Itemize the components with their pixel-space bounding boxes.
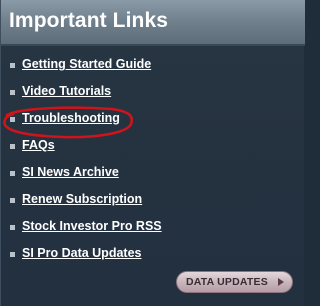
list-item-faqs: FAQs — [1, 133, 305, 160]
link-video-tutorials[interactable]: Video Tutorials — [22, 84, 111, 98]
bullet-icon — [10, 171, 15, 176]
link-stock-investor-pro-rss[interactable]: Stock Investor Pro RSS — [22, 219, 162, 233]
list-item-video-tutorials: Video Tutorials — [1, 79, 305, 106]
link-renew-subscription[interactable]: Renew Subscription — [22, 192, 142, 206]
bullet-icon — [10, 225, 15, 230]
bullet-icon — [10, 117, 15, 122]
link-troubleshooting[interactable]: Troubleshooting — [22, 111, 120, 125]
right-arrow-icon — [278, 278, 284, 286]
list-item-si-news-archive: SI News Archive — [1, 160, 305, 187]
link-getting-started-guide[interactable]: Getting Started Guide — [22, 57, 151, 71]
panel-title: Important Links — [9, 9, 169, 32]
link-faqs[interactable]: FAQs — [22, 138, 55, 152]
important-links-panel: Important Links Getting Started Guide Vi… — [0, 0, 305, 306]
panel-header: Important Links — [1, 0, 305, 46]
link-si-news-archive[interactable]: SI News Archive — [22, 165, 119, 179]
bullet-icon — [10, 198, 15, 203]
links-list: Getting Started Guide Video Tutorials Tr… — [1, 52, 305, 268]
link-si-pro-data-updates[interactable]: SI Pro Data Updates — [22, 246, 141, 260]
data-updates-button-label: DATA UPDATES — [186, 276, 268, 288]
list-item-getting-started: Getting Started Guide — [1, 52, 305, 79]
bullet-icon — [10, 252, 15, 257]
bullet-icon — [10, 63, 15, 68]
data-updates-button[interactable]: DATA UPDATES — [176, 271, 293, 293]
list-item-renew-subscription: Renew Subscription — [1, 187, 305, 214]
list-item-troubleshooting: Troubleshooting — [1, 106, 305, 133]
list-item-stock-investor-pro-rss: Stock Investor Pro RSS — [1, 214, 305, 241]
bullet-icon — [10, 90, 15, 95]
list-item-si-pro-data-updates: SI Pro Data Updates — [1, 241, 305, 268]
bullet-icon — [10, 144, 15, 149]
